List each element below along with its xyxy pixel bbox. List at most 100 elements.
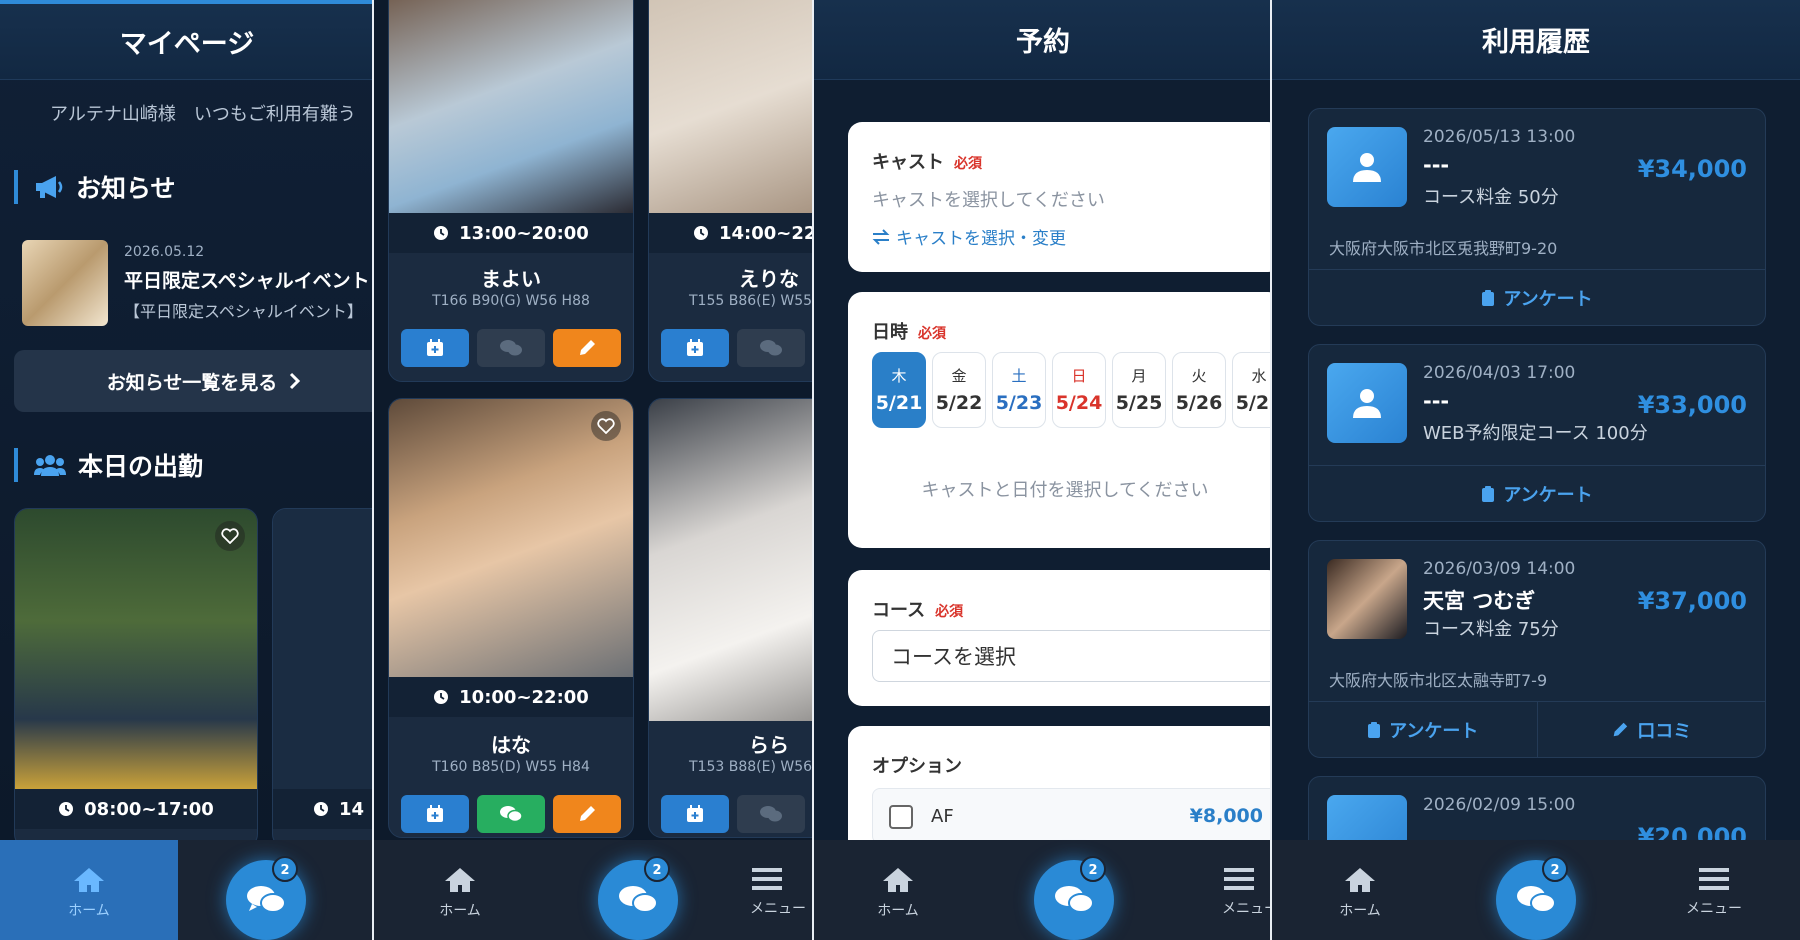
nav-menu[interactable]: メニュー	[750, 866, 814, 918]
date-chip[interactable]: 水 5/27	[1232, 352, 1272, 428]
bottom-nav: ホーム 2 メニュー	[1272, 840, 1800, 940]
chat-cast-button[interactable]	[477, 795, 545, 833]
cast-time: 13:00~20:00	[389, 213, 633, 253]
news-date: 2026.05.12	[124, 244, 205, 260]
date-chip[interactable]: 土 5/23	[992, 352, 1046, 428]
reserve-button[interactable]	[661, 329, 729, 367]
favorite-heart-icon[interactable]	[215, 521, 245, 551]
nav-home-label: ホーム	[68, 903, 110, 919]
date-chip-weekday: 木	[891, 367, 907, 385]
clock-icon	[59, 802, 74, 816]
cast-avatar	[1327, 559, 1407, 639]
course-select-value: コースを選択	[891, 645, 1016, 669]
chat-icon	[1055, 886, 1094, 913]
cast-card[interactable]: 14:00~22: えりな T155 B86(E) W55	[648, 0, 814, 382]
history-price: ¥37,000	[1637, 587, 1747, 615]
date-chip[interactable]: 火 5/26	[1172, 352, 1226, 428]
cast-card[interactable]: らら T153 B88(E) W56	[648, 398, 814, 838]
chat-cast-button[interactable]	[737, 795, 805, 833]
menu-icon	[752, 868, 782, 890]
history-price: ¥34,000	[1637, 155, 1747, 183]
chat-icon	[500, 806, 523, 823]
cast-name: らら	[749, 733, 789, 757]
cast-photo	[273, 509, 374, 789]
nav-home-active[interactable]: ホーム	[0, 840, 178, 940]
survey-button[interactable]: アンケート	[1309, 466, 1765, 521]
review-button[interactable]	[553, 329, 621, 367]
shift-card[interactable]: 08:00~17:00	[14, 508, 258, 848]
history-item[interactable]: 2026/03/09 14:00 天宮 つむぎ コース料金 75分 ¥37,00…	[1308, 540, 1766, 758]
review-button[interactable]	[553, 795, 621, 833]
history-item[interactable]: 2026/04/03 17:00 --- WEB予約限定コース 100分 ¥33…	[1308, 344, 1766, 522]
option-checkbox[interactable]	[889, 805, 913, 829]
date-chip-date: 5/23	[995, 392, 1043, 414]
cast-card[interactable]: 13:00~20:00 まよい T166 B90(G) W56 H88	[388, 0, 634, 382]
history-course: コース料金 75分	[1423, 619, 1559, 640]
date-chip-date: 5/27	[1235, 392, 1272, 414]
cast-name: はな	[491, 733, 531, 757]
option-price: ¥8,000	[1189, 805, 1263, 827]
nav-menu[interactable]: メニュー	[1222, 866, 1272, 918]
history-actions: アンケート	[1309, 269, 1765, 325]
reserve-button[interactable]	[401, 795, 469, 833]
news-title: 平日限定スペシャルイベント	[124, 270, 370, 292]
cast-change-link[interactable]: キャストを選択・変更	[872, 224, 1066, 249]
cast-photo	[389, 0, 633, 213]
chat-button[interactable]: 2	[1034, 856, 1114, 940]
reservation-panel: 予約 キャスト 必須 キャストを選択してください キャストを選択・変更 日時 必須 …	[814, 0, 1272, 940]
chat-button[interactable]: 2	[226, 856, 306, 940]
date-chip[interactable]: 日 5/24	[1052, 352, 1106, 428]
cast-name: えりな	[739, 267, 799, 291]
nav-home-label: ホーム	[877, 903, 919, 919]
option-row[interactable]: AF ¥8,000	[872, 788, 1272, 844]
history-date: 2026/02/09 15:00	[1423, 795, 1576, 815]
news-item[interactable]: 2026.05.12 平日限定スペシャルイベント 【平日限定スペシャルイベント】	[22, 240, 374, 326]
nav-home[interactable]: ホーム	[848, 866, 948, 920]
reserve-button[interactable]	[401, 329, 469, 367]
date-chip[interactable]: 月 5/25	[1112, 352, 1166, 428]
page-title: マイページ	[0, 0, 374, 80]
nav-menu[interactable]: メニュー	[1664, 866, 1764, 918]
cast-card[interactable]: 10:00~22:00 はな T160 B85(D) W55 H84	[388, 398, 634, 838]
history-date: 2026/04/03 17:00	[1423, 363, 1576, 383]
cast-time-label: 14:00~22:	[719, 222, 814, 244]
history-item[interactable]: 2026/05/13 13:00 --- コース料金 50分 ¥34,000 大…	[1308, 108, 1766, 326]
chat-icon	[247, 886, 286, 913]
survey-button[interactable]: アンケート	[1309, 702, 1537, 757]
cast-photo	[649, 0, 814, 213]
review-button[interactable]: 口コミ	[1536, 702, 1766, 757]
news-list-label: お知らせ一覧を見る	[106, 371, 278, 394]
nav-home[interactable]: ホーム	[1310, 866, 1410, 920]
shift-card[interactable]: 14	[272, 508, 374, 848]
date-chip[interactable]: 金 5/22	[932, 352, 986, 428]
reserve-button[interactable]	[661, 795, 729, 833]
history-date: 2026/05/13 13:00	[1423, 127, 1576, 147]
shift-time-label: 14	[339, 798, 365, 820]
nav-home[interactable]: ホーム	[410, 866, 510, 920]
chevron-right-icon	[290, 372, 301, 390]
bottom-nav: ホーム 2	[0, 840, 374, 940]
course-select[interactable]: コースを選択	[872, 630, 1272, 682]
cast-photo	[389, 399, 633, 677]
datetime-label: 日時 必須	[872, 322, 946, 343]
date-chip-weekday: 土	[1011, 367, 1027, 385]
favorite-heart-icon[interactable]	[591, 411, 621, 441]
history-address: 大阪府大阪市北区兎我野町9-20	[1329, 239, 1558, 258]
history-date: 2026/03/09 14:00	[1423, 559, 1576, 579]
chat-button[interactable]: 2	[1496, 856, 1576, 940]
cast-label: キャスト 必須	[872, 152, 982, 173]
bottom-nav: ホーム 2 メニュー	[814, 840, 1272, 940]
chat-cast-button[interactable]	[737, 329, 805, 367]
swap-icon	[872, 228, 890, 245]
panel-divider	[372, 0, 374, 940]
course-card: コース 必須 コースを選択	[848, 570, 1272, 706]
chat-icon	[500, 340, 522, 356]
chat-cast-button[interactable]	[477, 329, 545, 367]
date-chip[interactable]: 木 5/21	[872, 352, 926, 428]
survey-button[interactable]: アンケート	[1309, 270, 1765, 325]
users-icon	[34, 455, 66, 476]
chat-button[interactable]: 2	[598, 856, 678, 940]
news-list-button[interactable]: お知らせ一覧を見る	[14, 350, 374, 412]
clock-icon	[314, 802, 328, 816]
option-name: AF	[931, 806, 954, 827]
